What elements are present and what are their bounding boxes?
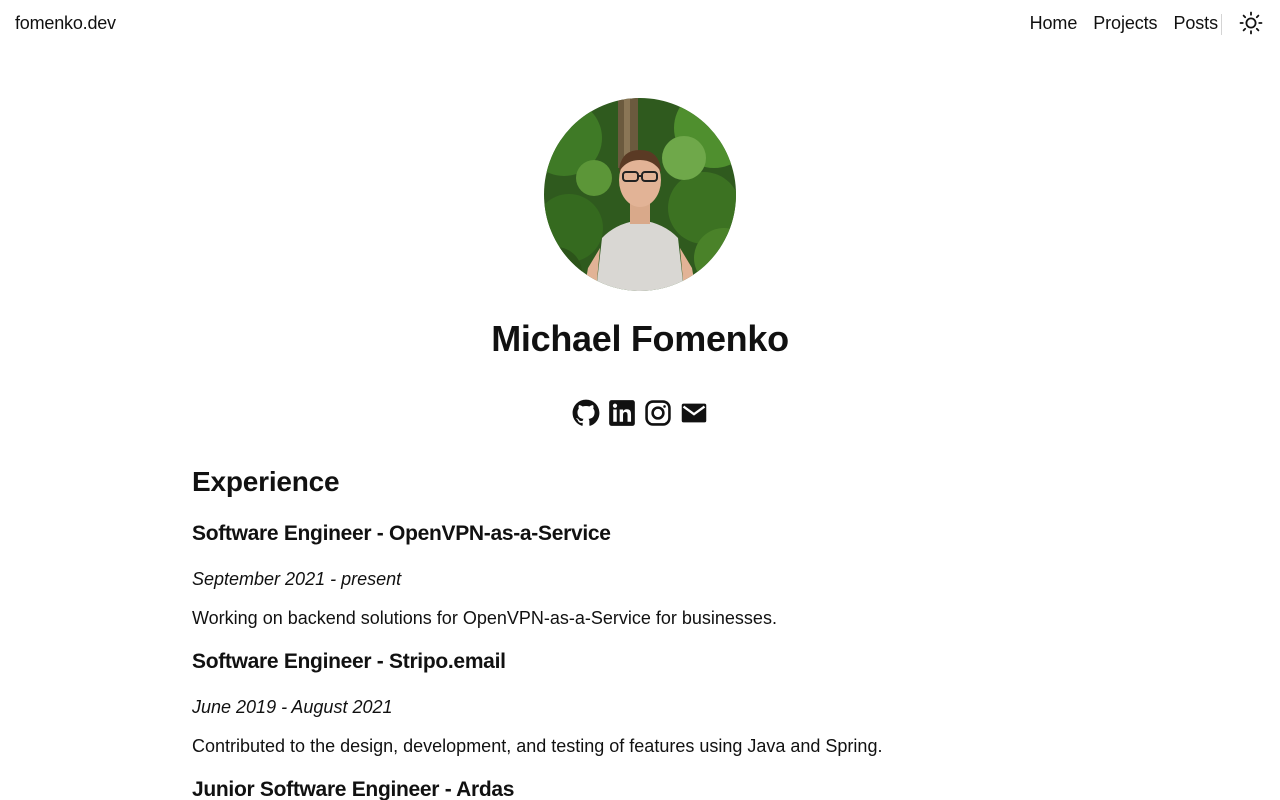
nav-projects[interactable]: Projects bbox=[1093, 13, 1157, 34]
job-dates: June 2019 - August 2021 bbox=[192, 697, 393, 717]
instagram-icon bbox=[645, 400, 671, 426]
site-title-link[interactable]: fomenko.dev bbox=[15, 13, 116, 34]
main-nav: Home Projects Posts bbox=[1030, 13, 1218, 34]
job-description: Contributed to the design, development, … bbox=[192, 736, 883, 756]
linkedin-link[interactable] bbox=[608, 399, 636, 427]
avatar bbox=[544, 98, 736, 291]
instagram-link[interactable] bbox=[644, 399, 672, 427]
email-link[interactable] bbox=[680, 399, 708, 427]
social-links bbox=[572, 399, 712, 427]
job-dates: September 2021 - present bbox=[192, 569, 402, 589]
job-title: Software Engineer - OpenVPN-as-a-Service bbox=[192, 522, 611, 545]
theme-toggle-button[interactable] bbox=[1239, 11, 1263, 35]
profile-photo bbox=[544, 98, 736, 291]
linkedin-icon bbox=[609, 400, 635, 426]
job-description: Working on backend solutions for OpenVPN… bbox=[192, 608, 777, 628]
github-icon bbox=[572, 399, 600, 426]
github-link[interactable] bbox=[572, 399, 600, 427]
nav-posts[interactable]: Posts bbox=[1173, 13, 1218, 34]
job-title: Software Engineer - Stripo.email bbox=[192, 650, 506, 673]
profile-name: Michael Fomenko bbox=[491, 318, 789, 359]
job-title: Junior Software Engineer - Ardas bbox=[192, 778, 515, 800]
experience-heading: Experience bbox=[192, 466, 340, 497]
mail-icon bbox=[681, 403, 707, 423]
nav-divider bbox=[1221, 14, 1222, 35]
sun-icon bbox=[1239, 11, 1263, 35]
top-bar: fomenko.dev Home Projects Posts bbox=[0, 0, 1280, 50]
nav-home[interactable]: Home bbox=[1030, 13, 1078, 34]
